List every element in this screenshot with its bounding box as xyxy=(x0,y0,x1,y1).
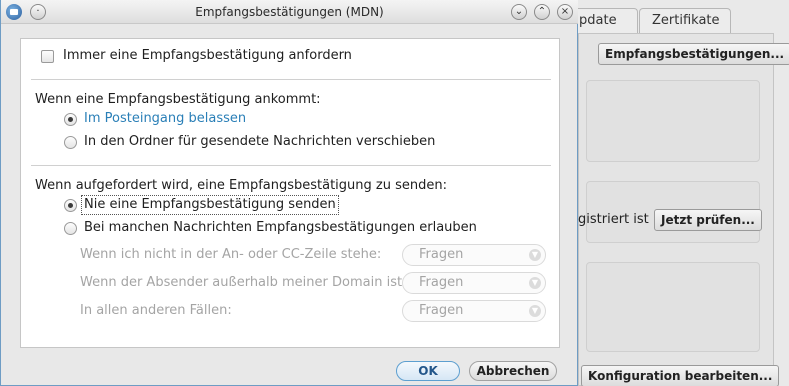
dialog-title: Empfangsbestätigungen (MDN) xyxy=(195,5,384,19)
minimize-icon[interactable]: ⌄ xyxy=(511,4,527,20)
chevron-down-icon: ▼ xyxy=(529,277,541,289)
ok-button[interactable]: OK xyxy=(396,361,460,381)
keep-in-inbox-label[interactable]: Im Posteingang belassen xyxy=(84,110,246,128)
never-send-label[interactable]: Nie eine Empfangsbestätigung senden xyxy=(81,195,339,215)
tab-zertifikate[interactable]: Zertifikate xyxy=(639,8,731,34)
registration-status-text: gistriert ist xyxy=(578,212,649,227)
all-other-cases-label: In allen anderen Fällen: xyxy=(80,303,232,318)
always-request-checkbox[interactable] xyxy=(41,50,54,63)
separator xyxy=(31,165,551,166)
always-request-label[interactable]: Immer eine Empfangsbestätigung anfordern xyxy=(63,47,352,65)
settings-group xyxy=(586,262,760,352)
allow-some-radio[interactable] xyxy=(64,222,77,235)
on-receipt-heading: Wenn eine Empfangsbestätigung ankommt: xyxy=(35,92,321,107)
outside-domain-label: Wenn der Absender außerhalb meiner Domai… xyxy=(80,275,407,290)
outside-domain-select[interactable]: Fragen ▼ xyxy=(402,272,546,294)
mdn-dialog: · Empfangsbestätigungen (MDN) ⌄ ⌃ × Imme… xyxy=(0,0,578,386)
not-in-to-cc-select[interactable]: Fragen ▼ xyxy=(402,244,546,266)
separator xyxy=(31,79,551,80)
chevron-down-icon: ▼ xyxy=(529,305,541,317)
maximize-icon[interactable]: ⌃ xyxy=(534,4,550,20)
move-to-sent-label[interactable]: In den Ordner für gesendete Nachrichten … xyxy=(84,133,435,151)
config-editor-button[interactable]: Konfiguration bearbeiten... xyxy=(581,365,780,386)
allow-some-label[interactable]: Bei manchen Nachrichten Empfangsbestätig… xyxy=(84,219,477,237)
check-now-button[interactable]: Jetzt prüfen... xyxy=(654,209,762,231)
chevron-down-icon: ▼ xyxy=(529,249,541,261)
cancel-button[interactable]: Abbrechen xyxy=(469,361,557,381)
mdn-settings-button[interactable]: Empfangsbestätigungen... xyxy=(598,43,789,65)
never-send-radio[interactable] xyxy=(64,199,77,212)
settings-group xyxy=(586,80,760,162)
not-in-to-cc-label: Wenn ich nicht in der An- oder CC-Zeile … xyxy=(80,247,382,262)
keep-in-inbox-radio[interactable] xyxy=(64,113,77,126)
settings-box: Immer eine Empfangsbestätigung anfordern… xyxy=(20,38,560,348)
all-other-cases-select[interactable]: Fragen ▼ xyxy=(402,300,546,322)
title-bar: · Empfangsbestätigungen (MDN) ⌄ ⌃ × xyxy=(1,0,578,24)
on-request-heading: Wenn aufgefordert wird, eine Empfangsbes… xyxy=(35,178,447,193)
move-to-sent-radio[interactable] xyxy=(64,136,77,149)
close-icon[interactable]: × xyxy=(557,4,573,20)
